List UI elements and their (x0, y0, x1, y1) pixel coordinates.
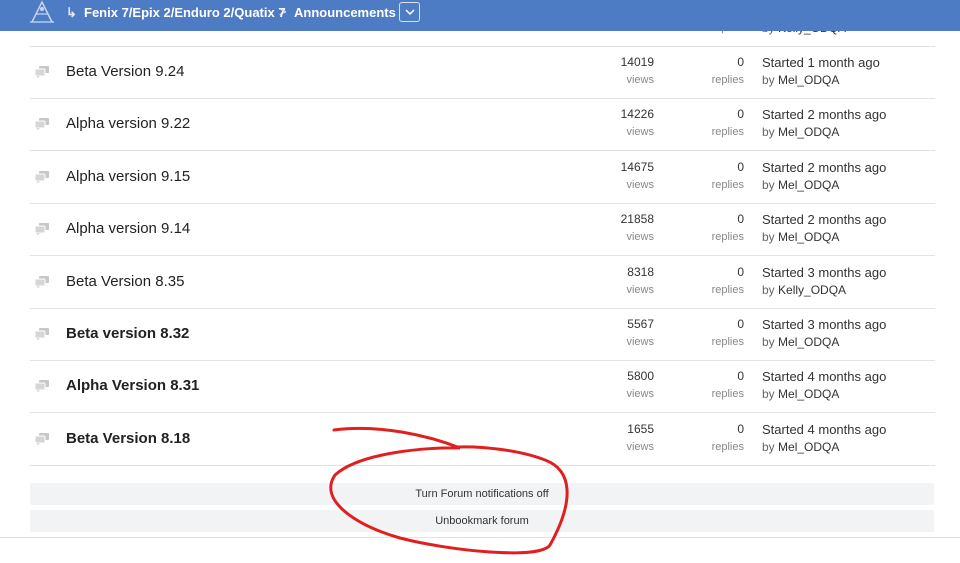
by-prefix: by (762, 439, 775, 454)
unbookmark-forum-button[interactable]: Unbookmark forum (30, 510, 934, 532)
views-label: views (626, 126, 654, 139)
discussion-icon (34, 66, 49, 79)
by-prefix: by (762, 230, 775, 245)
replies-count: 0 (737, 421, 744, 436)
replies-label: replies (711, 126, 744, 139)
started-time: Started 2 months ago (762, 159, 887, 175)
started-time: Started 1 month ago (762, 55, 880, 70)
forum-notifications-toggle-button[interactable]: Turn Forum notifications off (30, 483, 934, 505)
thread-title-link[interactable]: Alpha version 9.15 (66, 168, 190, 185)
replies-label: replies (711, 231, 744, 244)
discussion-icon (34, 118, 49, 131)
by-prefix: by (762, 387, 775, 402)
author-link[interactable]: Mel_ODQA (778, 335, 839, 349)
thread-row[interactable]: Alpha Version 8.31 5800 views 0 replies … (30, 360, 935, 414)
chevron-down-icon (404, 8, 415, 15)
thread-row[interactable]: Beta Version 8.18 1655 views 0 replies S… (30, 413, 935, 466)
discussion-icon (34, 380, 49, 393)
views-count: 14226 (620, 107, 654, 122)
replies-count: 0 (737, 212, 744, 227)
by-prefix: by (762, 73, 775, 87)
discussion-icon (34, 328, 49, 341)
started-time: Started 4 months ago (762, 421, 887, 437)
discussion-icon (34, 432, 49, 446)
thread-row[interactable]: Alpha version 9.15 14675 views 0 replies… (30, 151, 935, 204)
replies-label: replies (711, 440, 744, 453)
thread-row[interactable]: Beta version 8.32 5567 views 0 replies S… (30, 308, 935, 361)
author-link[interactable]: Kelly_ODQA (778, 283, 846, 297)
started-time: Started 2 months ago (762, 107, 887, 123)
views-label: views (626, 231, 654, 244)
started-by: by Mel_ODQA (762, 178, 839, 192)
views-count: 8318 (627, 264, 654, 279)
author-link[interactable]: Mel_ODQA (778, 125, 839, 139)
views-count: 14675 (620, 159, 654, 174)
replies-count: 0 (737, 264, 744, 279)
started-by: by Mel_ODQA (762, 230, 839, 244)
views-count: 5800 (627, 369, 654, 384)
breadcrumb-return-icon: ↳ (66, 5, 77, 20)
started-by: by Mel_ODQA (762, 387, 839, 401)
footer-divider (0, 537, 960, 538)
started-by: by Mel_ODQA (762, 335, 839, 349)
views-count: 5567 (627, 317, 654, 331)
views-label: views (626, 336, 654, 348)
started-by: by Mel_ODQA (762, 125, 839, 139)
thread-title-link[interactable]: Alpha Version 8.31 (66, 377, 199, 394)
views-label: views (626, 74, 654, 86)
breadcrumb-dropdown-button[interactable] (399, 2, 420, 22)
views-label: views (626, 440, 654, 453)
started-by: by Mel_ODQA (762, 440, 839, 454)
thread-title-link[interactable]: Beta Version 8.18 (66, 430, 190, 447)
discussion-icon (34, 223, 49, 236)
thread-title-link[interactable]: Alpha version 9.14 (66, 220, 190, 237)
started-time: Started 3 months ago (762, 317, 887, 332)
author-link[interactable]: Mel_ODQA (778, 73, 839, 87)
replies-label: replies (711, 74, 744, 86)
replies-label: replies (711, 388, 744, 401)
thread-row[interactable]: Alpha version 9.22 14226 views 0 replies… (30, 98, 935, 152)
replies-count: 0 (737, 369, 744, 384)
views-count: 21858 (620, 212, 654, 227)
replies-count: 0 (737, 107, 744, 122)
thread-row[interactable]: Beta Version 8.35 8318 views 0 replies S… (30, 256, 935, 309)
thread-row[interactable]: Beta Version 9.24 14019 views 0 replies … (30, 46, 935, 99)
replies-count: 0 (737, 55, 744, 69)
thread-title-link[interactable]: Beta Version 8.35 (66, 273, 184, 290)
replies-label: replies (711, 336, 744, 348)
started-time: Started 3 months ago (762, 264, 887, 280)
by-prefix: by (762, 335, 775, 349)
replies-count: 0 (737, 159, 744, 174)
started-time: Started 4 months ago (762, 369, 887, 385)
author-link[interactable]: Mel_ODQA (778, 440, 839, 454)
thread-title-link[interactable]: Alpha version 9.22 (66, 115, 190, 132)
started-time: Started 2 months ago (762, 212, 887, 228)
views-label: views (626, 178, 654, 191)
author-link[interactable]: Mel_ODQA (778, 230, 839, 244)
by-prefix: by (762, 177, 775, 192)
views-label: views (626, 388, 654, 401)
breadcrumb-separator: > (279, 4, 287, 19)
views-count: 14019 (620, 55, 654, 69)
discussion-icon (34, 170, 49, 184)
started-by: by Kelly_ODQA (762, 283, 846, 297)
thread-row[interactable]: Alpha version 9.14 21858 views 0 replies… (30, 203, 935, 257)
views-label: views (626, 283, 654, 296)
by-prefix: by (762, 282, 775, 297)
started-by: by Mel_ODQA (762, 73, 839, 87)
author-link[interactable]: Mel_ODQA (778, 387, 839, 401)
author-link[interactable]: Mel_ODQA (778, 178, 839, 192)
breadcrumb-current[interactable]: Announcements (294, 5, 396, 20)
discussion-icon (34, 275, 49, 289)
replies-label: replies (711, 283, 744, 296)
breadcrumb-forum-link[interactable]: Fenix 7/Epix 2/Enduro 2/Quatix 7 (84, 5, 286, 20)
by-prefix: by (762, 125, 775, 140)
replies-count: 0 (737, 317, 744, 331)
thread-title-link[interactable]: Beta version 8.32 (66, 325, 189, 342)
views-count: 1655 (627, 421, 654, 436)
top-navigation-bar: ↳ Fenix 7/Epix 2/Enduro 2/Quatix 7 > Ann… (0, 0, 960, 31)
site-logo-icon[interactable] (28, 0, 56, 24)
replies-label: replies (711, 178, 744, 191)
thread-title-link[interactable]: Beta Version 9.24 (66, 63, 184, 80)
